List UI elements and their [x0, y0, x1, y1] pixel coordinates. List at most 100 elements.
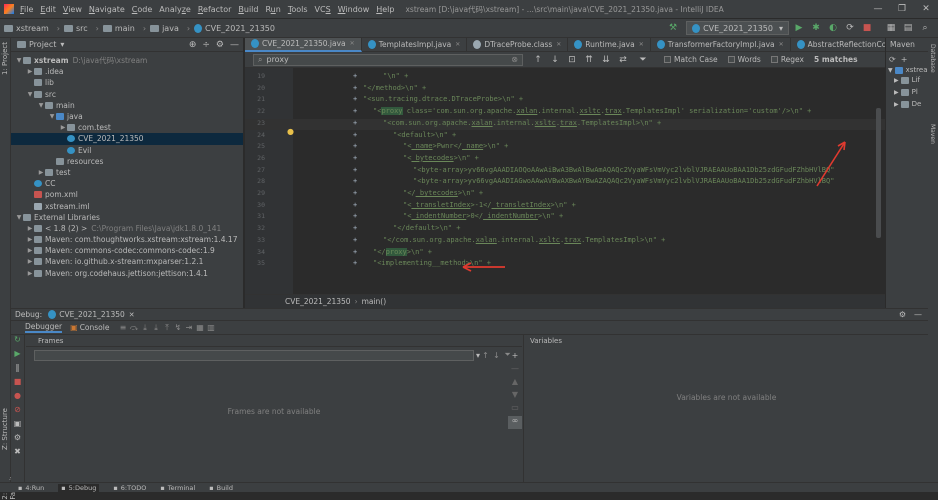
step-over-icon[interactable]: ⤼ [128, 323, 139, 333]
tree-item[interactable]: lib [11, 77, 243, 88]
settings-icon[interactable]: ⚙ [11, 433, 24, 447]
drop-frame-icon[interactable]: ↯ [172, 323, 183, 332]
down-icon[interactable]: ↓ [491, 351, 502, 360]
breadcrumb-item-0[interactable]: xstream [4, 24, 49, 33]
breadcrumb-item-2[interactable]: main [102, 24, 135, 33]
chevron-right-icon[interactable]: ▶ [59, 124, 67, 131]
clear-icon[interactable]: ⊗ [511, 55, 518, 64]
maven-tool-button[interactable]: Maven [929, 124, 936, 144]
menu-tools[interactable]: Tools [288, 5, 308, 14]
menu-code[interactable]: Code [132, 5, 153, 14]
search-everywhere-icon[interactable]: ⌕ [918, 23, 932, 33]
chevron-right-icon[interactable]: ▶ [37, 169, 45, 176]
menu-refactor[interactable]: Refactor [198, 5, 232, 14]
trace-icon[interactable]: ▥ [205, 323, 216, 332]
run-icon[interactable]: ▶ [792, 23, 806, 33]
tree-item[interactable]: ▼ main [11, 100, 243, 111]
menu-window[interactable]: Window [338, 5, 370, 14]
hide-icon[interactable]: — [914, 310, 922, 319]
camera-icon[interactable]: ▣ [11, 419, 24, 433]
tree-item[interactable]: ▶ Maven: org.codehaus.jettison:jettison:1… [11, 268, 243, 279]
maximize-icon[interactable]: ❐ [890, 4, 914, 14]
chevron-right-icon[interactable]: ▶ [26, 236, 34, 243]
chevron-down-icon[interactable]: ▾ [60, 40, 64, 49]
menu-run[interactable]: Run [265, 5, 280, 14]
thread-select[interactable] [34, 349, 474, 361]
evaluate-icon[interactable]: ▦ [194, 323, 205, 332]
remove-watch-icon[interactable]: — [508, 364, 522, 377]
add-watch-icon[interactable]: + [508, 351, 522, 364]
tree-item[interactable]: ▶ Maven: commons-codec:commons-codec:1.9 [11, 245, 243, 256]
layout-icon[interactable]: ▤ [901, 23, 915, 33]
project-panel-title[interactable]: Project [29, 40, 56, 49]
minimize-icon[interactable]: — [866, 4, 890, 14]
find-input[interactable]: ⌕ proxy ⊗ [253, 53, 523, 66]
previous-occurrence-icon[interactable]: ↑ [531, 55, 545, 65]
menu-help[interactable]: Help [376, 5, 394, 14]
filter-icon[interactable]: ⏷ [636, 55, 650, 65]
editor-tab[interactable]: DTraceProbe.class ✕ [467, 37, 569, 52]
close-icon[interactable]: ✕ [350, 40, 355, 47]
view-breakpoints-icon[interactable]: ● [11, 391, 24, 405]
tree-item[interactable]: Evil [11, 145, 243, 156]
add-icon[interactable]: + [901, 55, 908, 64]
chevron-right-icon[interactable]: ▶ [26, 225, 34, 232]
tree-item[interactable]: pom.xml [11, 189, 243, 200]
collapse-icon[interactable]: ÷ [202, 40, 210, 50]
tree-item[interactable]: ▶ Maven: io.github.x-stream:mxparser:1.2.… [11, 256, 243, 267]
console-tab[interactable]: Console [80, 323, 110, 332]
chevron-down-icon[interactable]: ▼ [15, 214, 23, 221]
hammer-icon[interactable]: ⚒ [666, 23, 680, 33]
tree-item[interactable]: xstream.iml [11, 200, 243, 211]
code-area[interactable]: 19 + "\n" +20 + "</method>\n" +21 + "<sun.trac… [245, 68, 885, 294]
menu-edit[interactable]: Edit [40, 5, 56, 14]
hide-icon[interactable]: — [230, 40, 239, 50]
tree-item[interactable]: CVE_2021_21350 [11, 133, 243, 145]
force-step-into-icon[interactable]: ⤓ [150, 323, 161, 333]
debugger-tab[interactable]: Debugger [25, 322, 63, 333]
stop-icon[interactable]: ■ [11, 377, 24, 391]
menu-navigate[interactable]: Navigate [89, 5, 125, 14]
maven-root[interactable]: ▼ xstrea [888, 66, 928, 74]
close-icon[interactable]: ✕ [779, 41, 784, 48]
select-all-occurrences-icon[interactable]: ⇄ [616, 55, 630, 65]
run-to-cursor-icon[interactable]: ⇥ [183, 323, 194, 332]
menu-vcs[interactable]: VCS [315, 5, 331, 14]
menu-file[interactable]: File [20, 5, 33, 14]
breadcrumb-item-3[interactable]: java [150, 24, 179, 33]
maven-item[interactable]: ▶ De [888, 98, 928, 110]
editor-tab[interactable]: TemplatesImpl.java ✕ [362, 37, 468, 52]
unselect-occurrence-icon[interactable]: ⇊ [599, 55, 613, 65]
close-icon[interactable]: ✕ [639, 41, 644, 48]
run-configuration-select[interactable]: CVE_2021_21350 ▾ [686, 21, 789, 35]
database-tool-button[interactable]: Database [929, 44, 936, 73]
editor-tab[interactable]: CVE_2021_21350.java ✕ [245, 37, 362, 52]
up-icon[interactable]: ↑ [480, 351, 491, 360]
tree-item[interactable]: ▶ .idea [11, 66, 243, 77]
tool-window-build[interactable]: ▪ Build [209, 484, 233, 492]
pause-icon[interactable]: ‖ [11, 363, 24, 377]
move-down-icon[interactable]: ▼ [508, 390, 522, 403]
show-execution-point-icon[interactable]: ≡ [117, 323, 128, 332]
close-icon[interactable]: ✕ [556, 41, 561, 48]
copy-icon[interactable]: ▭ [508, 403, 522, 416]
chevron-down-icon[interactable]: ▼ [26, 91, 34, 98]
chevron-right-icon[interactable]: ▶ [26, 247, 34, 254]
refresh-icon[interactable]: ⟳ [889, 55, 896, 64]
move-up-icon[interactable]: ▲ [508, 377, 522, 390]
gear-icon[interactable]: ⚙ [216, 40, 224, 50]
tree-item[interactable]: ▼ xstream D:\java代码\xstream [11, 55, 243, 66]
menu-view[interactable]: View [63, 5, 82, 14]
breadcrumb-item-1[interactable]: src [63, 24, 88, 33]
coverage-icon[interactable]: ◐ [826, 23, 840, 33]
close-icon[interactable]: ✕ [914, 4, 938, 14]
debug-config-tab[interactable]: CVE_2021_21350 [59, 310, 125, 319]
stop-icon[interactable]: ■ [860, 23, 874, 33]
breadcrumb-item-4[interactable]: CVE_2021_21350 [194, 23, 275, 33]
tree-item[interactable]: ▶ < 1.8 (2) > C:\Program Files\Java\jdk1.8… [11, 223, 243, 234]
footer-file[interactable]: CVE_2021_21350 [285, 297, 351, 306]
tool-window-terminal[interactable]: ▪ Terminal [160, 484, 195, 492]
next-occurrence-icon[interactable]: ↓ [548, 55, 562, 65]
find-all-icon[interactable]: ⊡ [565, 55, 579, 65]
match-case-checkbox[interactable] [664, 56, 671, 63]
